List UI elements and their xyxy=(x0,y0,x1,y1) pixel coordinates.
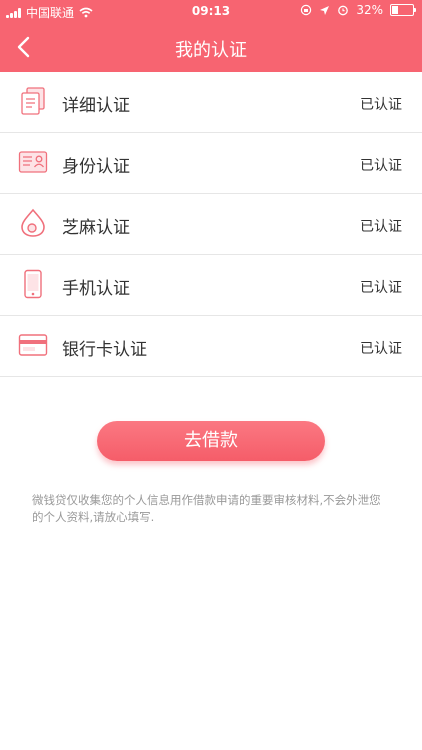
status-badge: 已认证 xyxy=(360,280,402,296)
list-item-identity[interactable]: 身份认证 已认证 xyxy=(0,133,422,194)
item-label: 详细认证 xyxy=(62,96,130,116)
list-item-sesame[interactable]: 芝麻认证 已认证 xyxy=(0,194,422,255)
status-bar-right: 32% xyxy=(300,3,416,17)
nav-bar: 我的认证 xyxy=(0,22,422,72)
battery-icon xyxy=(390,4,416,16)
rotation-lock-icon xyxy=(301,4,312,16)
borrow-button[interactable]: 去借款 xyxy=(97,421,325,461)
item-label: 芝麻认证 xyxy=(62,218,130,238)
item-label: 手机认证 xyxy=(62,279,130,299)
list-item-detail[interactable]: 详细认证 已认证 xyxy=(0,72,422,133)
status-badge: 已认证 xyxy=(360,97,402,113)
location-arrow-icon xyxy=(320,5,330,15)
list-item-bank-card[interactable]: 银行卡认证 已认证 xyxy=(0,316,422,377)
page-title: 我的认证 xyxy=(175,40,247,61)
document-icon xyxy=(21,87,45,115)
alarm-icon xyxy=(338,5,349,16)
battery-percent: 32% xyxy=(356,3,383,17)
status-badge: 已认证 xyxy=(360,341,402,357)
item-label: 身份认证 xyxy=(62,157,130,177)
status-badge: 已认证 xyxy=(360,158,402,174)
privacy-note: 微钱贷仅收集您的个人信息用作借款申请的重要审核材料,不会外泄您的个人资料,请放心… xyxy=(32,493,381,524)
verification-list: 详细认证 已认证 身份认证 已认证 芝麻认证 已认证 手机认证 已认证 银行卡认… xyxy=(0,72,422,377)
status-bar: 中国联通 09:13 32% xyxy=(0,0,422,22)
item-label: 银行卡认证 xyxy=(62,340,147,360)
id-card-icon xyxy=(18,151,48,173)
battery-level xyxy=(392,6,399,14)
status-badge: 已认证 xyxy=(360,219,402,235)
bank-card-icon xyxy=(18,334,48,356)
list-item-phone[interactable]: 手机认证 已认证 xyxy=(0,255,422,316)
phone-icon xyxy=(24,269,42,299)
sesame-icon xyxy=(21,208,45,237)
